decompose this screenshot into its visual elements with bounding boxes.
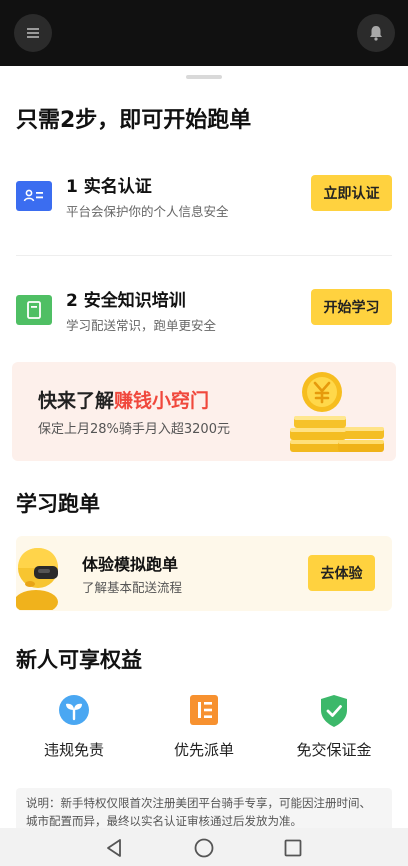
banner-title-highlight: 赚钱小窍门 [114,390,210,412]
coins-icon [290,372,384,452]
start-learning-button[interactable]: 开始学习 [311,289,392,325]
step-title: 2 安全知识培训 [66,291,186,311]
perks-section-heading: 新人可享权益 [16,648,142,672]
step-safety-training: 2 安全知识培训 学习配送常识，跑单更安全 开始学习 [0,278,408,338]
divider [16,255,392,256]
recents-icon[interactable] [282,837,304,859]
step-title: 1 实名认证 [66,177,152,197]
learn-section-heading: 学习跑单 [16,492,100,516]
document-icon [16,295,52,325]
rider-avatar-icon [16,548,58,610]
onboarding-sheet: 只需2步，即可开始跑单 1 实名认证 平台会保护你的个人信息安全 立即认证 2 … [0,66,408,828]
simulated-run-card[interactable]: 体验模拟跑单 了解基本配送流程 去体验 [16,536,392,611]
menu-button[interactable] [14,14,52,52]
bell-icon [370,26,382,41]
banner-title-prefix: 快来了解 [38,390,115,412]
priority-list-icon [190,695,218,725]
perk-label: 优先派单 [173,741,234,759]
sprout-icon [59,695,89,725]
step-real-name: 1 实名认证 平台会保护你的个人信息安全 立即认证 [0,164,408,224]
notifications-button[interactable] [357,14,395,52]
sheet-drag-handle[interactable] [186,75,222,79]
perk-label: 免交保证金 [296,741,372,759]
simulated-run-title: 体验模拟跑单 [82,555,179,574]
id-card-icon [16,181,52,211]
menu-icon [27,28,39,38]
earning-tips-banner[interactable]: 快来了解赚钱小窍门 保定上月28%骑手月入超3200元 [12,362,396,461]
home-icon[interactable] [193,837,215,859]
simulated-run-subtitle: 了解基本配送流程 [82,580,183,595]
perk-label: 违规免责 [43,741,104,759]
top-bar [0,0,408,66]
banner-title: 快来了解赚钱小窍门 [38,386,209,413]
back-icon[interactable] [104,837,126,859]
step-subtitle: 平台会保护你的个人信息安全 [66,204,229,219]
page-title: 只需2步，即可开始跑单 [16,108,252,133]
try-it-button[interactable]: 去体验 [308,555,375,591]
perks-disclaimer: 说明：新手特权仅限首次注册美团平台骑手专享，可能因注册时间、城市配置而异，最终以… [16,788,392,828]
banner-subtitle: 保定上月28%骑手月入超3200元 [38,422,230,437]
step-subtitle: 学习配送常识，跑单更安全 [66,318,217,333]
shield-check-icon [321,695,347,727]
verify-now-button[interactable]: 立即认证 [311,175,392,211]
system-nav-bar [0,828,408,866]
